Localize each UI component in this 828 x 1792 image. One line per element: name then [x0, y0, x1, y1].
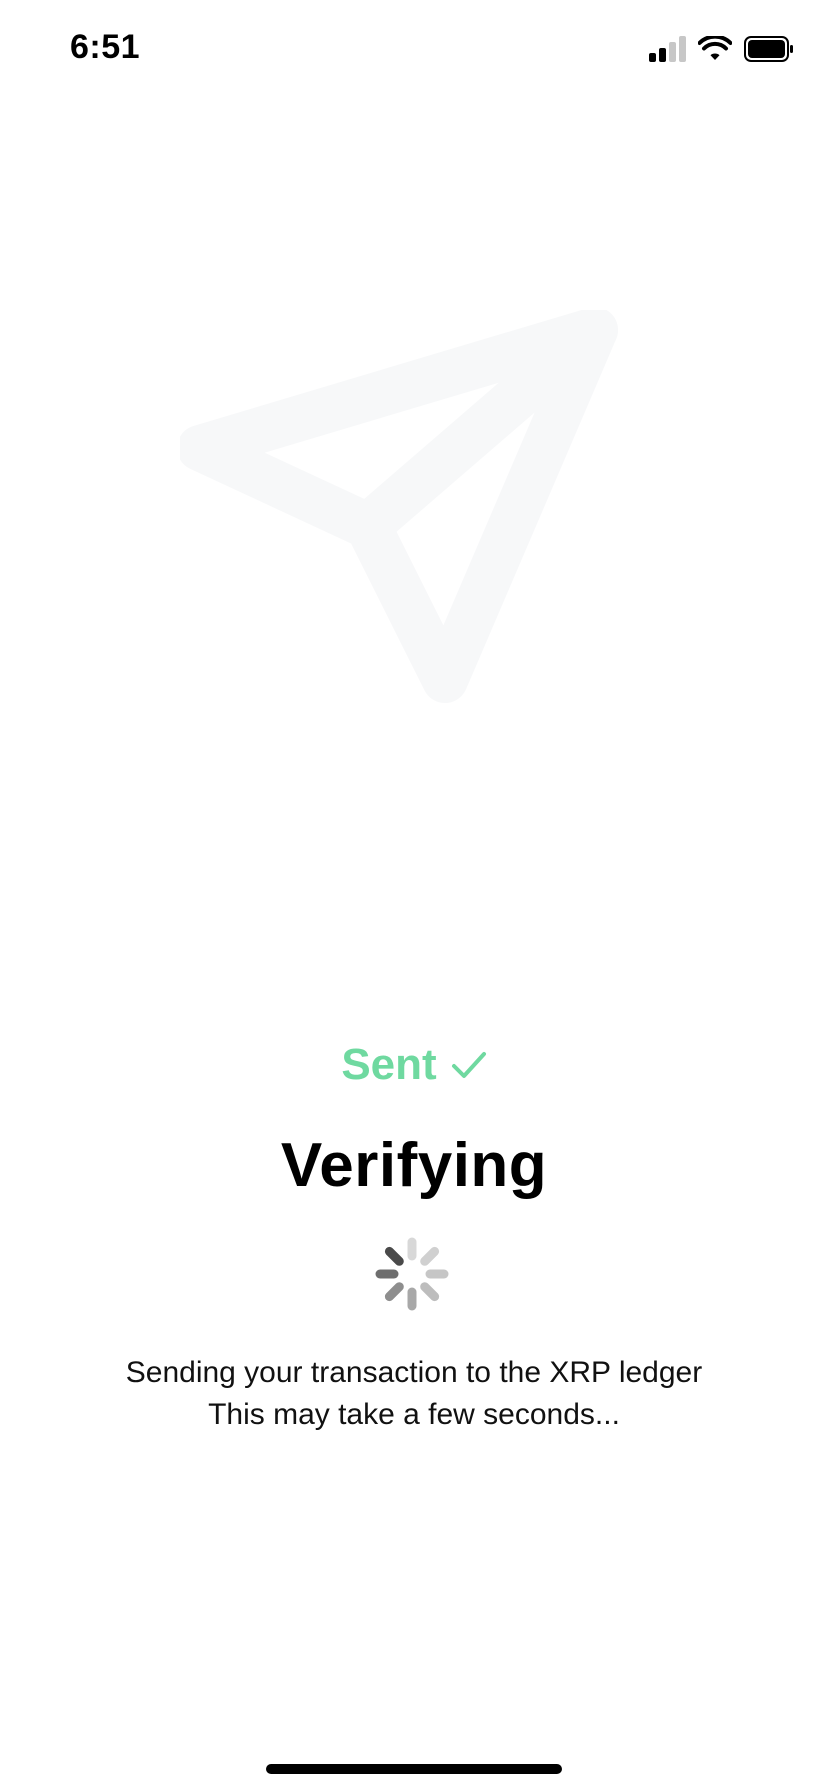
status-message-line-2: This may take a few seconds... — [208, 1398, 620, 1431]
send-paper-plane-icon — [180, 310, 618, 703]
wifi-icon — [698, 36, 732, 60]
status-bar: 6:51 — [0, 0, 828, 100]
checkmark-icon — [451, 1052, 486, 1078]
signal-icon — [649, 36, 686, 62]
battery-icon — [744, 36, 793, 62]
sent-label: Sent — [341, 1040, 437, 1089]
status-time: 6:51 — [70, 28, 141, 66]
status-message: Sending your transaction to the XRP ledg… — [0, 1352, 828, 1436]
loading-spinner-icon — [375, 1237, 449, 1311]
sent-status-row: Sent — [0, 1040, 828, 1090]
status-icons — [648, 34, 794, 64]
status-message-line-1: Sending your transaction to the XRP ledg… — [125, 1356, 703, 1389]
page-title: Verifying — [280, 1131, 548, 1200]
home-indicator[interactable] — [266, 1764, 562, 1774]
